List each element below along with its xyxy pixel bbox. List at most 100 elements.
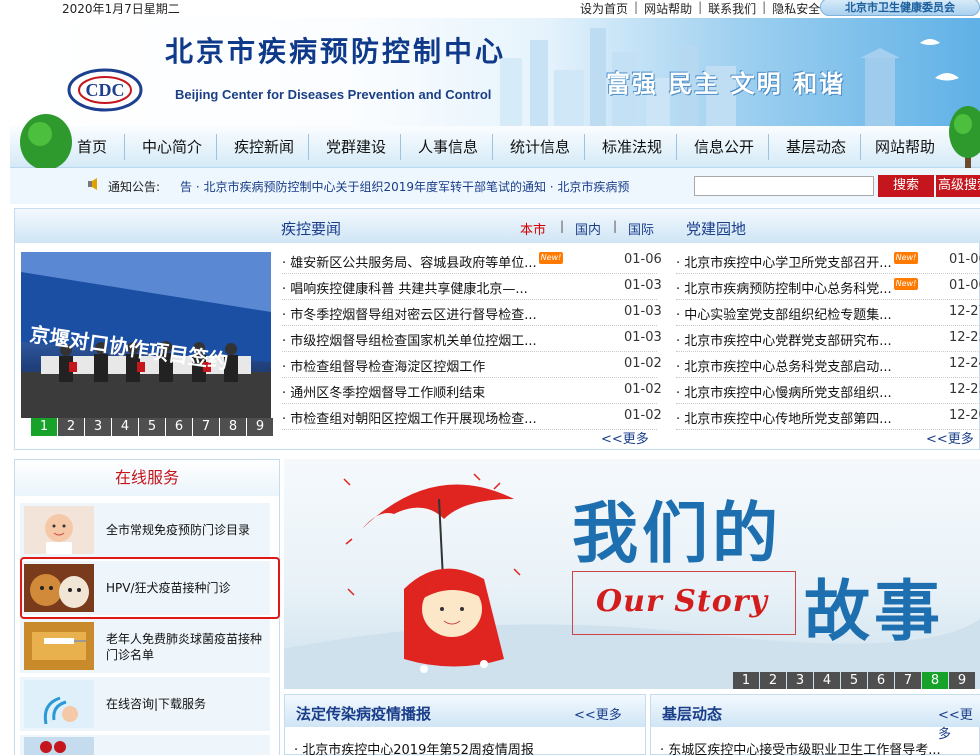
party-item[interactable]: · 北京市疾控中心总务科党支部启动... 12-24 [676, 352, 980, 378]
new-badge: New! [893, 278, 919, 290]
news-item-title[interactable]: · 市检查组督导检查海淀区控烟工作 [282, 356, 485, 375]
more-link[interactable]: <<更多 [601, 428, 649, 447]
pager-button[interactable]: 5 [841, 672, 867, 689]
nav-disclosure[interactable]: 信息公开 [680, 126, 768, 168]
grassroots-item[interactable]: · 东城区疾控中心接受市级职业卫生工作督导考... [660, 739, 941, 755]
set-homepage-link[interactable]: 设为首页 [580, 0, 628, 17]
pager-button[interactable]: 7 [193, 418, 219, 436]
news-item-title[interactable]: · 唱响疾控健康科普 共建共享健康北京—... [282, 278, 528, 297]
photo-pager: 1 2 3 4 5 6 7 8 9 [31, 418, 274, 436]
news-item[interactable]: · 唱响疾控健康科普 共建共享健康北京—... 01-03 [282, 274, 662, 300]
party-item[interactable]: · 北京市疾控中心传地所党支部第四... 12-20 [676, 404, 980, 430]
pager-button[interactable]: 6 [868, 672, 894, 689]
news-item[interactable]: · 通州区冬季控烟督导工作顺利结束 01-02 [282, 378, 662, 404]
epidemic-title[interactable]: 法定传染病疫情播报 [296, 703, 431, 724]
more-link[interactable]: <<更多 [926, 428, 974, 447]
service-item[interactable]: 老年人免费肺炎球菌疫苗接种门诊名单 [20, 619, 270, 673]
contact-link[interactable]: 联系我们 [708, 0, 756, 17]
pager-button[interactable]: 3 [85, 418, 111, 436]
party-item-title[interactable]: · 北京市疾控中心党群党支部研究布... [676, 330, 892, 349]
more-link[interactable]: <<更多 [938, 704, 980, 742]
service-item[interactable]: 在线咨询|下载服务 [20, 677, 270, 731]
more-link[interactable]: <<更多 [574, 704, 622, 723]
service-label[interactable]: 老年人免费肺炎球菌疫苗接种门诊名单 [106, 631, 266, 663]
nav-grassroots[interactable]: 基层动态 [772, 126, 860, 168]
consult-icon [24, 680, 94, 728]
nav-about[interactable]: 中心简介 [128, 126, 216, 168]
privacy-link[interactable]: 隐私安全 [772, 0, 820, 17]
notice-ticker[interactable]: 告 · 北京市疾病预防控制中心关于组织2019年度军转干部笔试的通知 · 北京市… [180, 178, 629, 195]
search-button[interactable]: 搜索 [878, 175, 934, 197]
tab-national[interactable]: 国内 [575, 219, 601, 238]
party-item[interactable]: · 北京市疾控中心学卫所党支部召开...New! 01-06 [676, 248, 980, 274]
news-item-title[interactable]: · 市级控烟督导组检查国家机关单位控烟工... [282, 330, 537, 349]
speaker-icon [88, 178, 97, 190]
news-item[interactable]: · 市级控烟督导组检查国家机关单位控烟工... 01-03 [282, 326, 662, 352]
party-item-title[interactable]: · 北京市疾控中心传地所党支部第四... [676, 408, 892, 427]
party-item-date: 01-06 [949, 278, 980, 293]
news-section-title[interactable]: 疾控要闻 [281, 218, 341, 239]
nav-personnel[interactable]: 人事信息 [404, 126, 492, 168]
grassroots-title[interactable]: 基层动态 [662, 703, 722, 724]
party-section-title[interactable]: 党建园地 [686, 218, 746, 239]
service-item[interactable] [20, 735, 270, 755]
pager-button[interactable]: 8 [220, 418, 246, 436]
party-item-date: 12-23 [949, 382, 980, 397]
tab-international[interactable]: 国际 [628, 219, 654, 238]
pager-button[interactable]: 7 [895, 672, 921, 689]
nav-statistics[interactable]: 统计信息 [496, 126, 584, 168]
divider [860, 134, 861, 160]
party-item[interactable]: · 北京市疾控中心党群党支部研究布... 12-25 [676, 326, 980, 352]
pager-button[interactable]: 3 [787, 672, 813, 689]
date-text: 2020年1月7日星期二 [62, 2, 180, 16]
pager-button[interactable]: 9 [949, 672, 975, 689]
service-item[interactable]: 全市常规免疫预防门诊目录 [20, 503, 270, 557]
pager-button[interactable]: 5 [139, 418, 165, 436]
pager-button[interactable]: 1 [733, 672, 759, 689]
tab-local[interactable]: 本市 [520, 219, 546, 238]
pager-button[interactable]: 2 [760, 672, 786, 689]
news-item-date: 01-03 [624, 304, 662, 319]
news-item[interactable]: · 雄安新区公共服务局、容城县政府等单位... New! 01-06 [282, 248, 662, 274]
pager-button[interactable]: 4 [112, 418, 138, 436]
news-item[interactable]: · 市检查组对朝阳区控烟工作开展现场检查... 01-02 [282, 404, 662, 430]
nav-standards[interactable]: 标准法规 [588, 126, 676, 168]
party-item-title[interactable]: · 北京市疾控中心慢病所党支部组织... [676, 382, 892, 401]
pager-button[interactable]: 4 [814, 672, 840, 689]
pager-button[interactable]: 6 [166, 418, 192, 436]
service-label[interactable]: 全市常规免疫预防门诊目录 [106, 522, 266, 538]
news-item[interactable]: · 市冬季控烟督导组对密云区进行督导检查... 01-03 [282, 300, 662, 326]
pager-button[interactable]: 1 [31, 418, 57, 436]
party-item-title[interactable]: · 北京市疾控中心学卫所党支部召开... New! [676, 252, 919, 271]
pager-button[interactable]: 9 [247, 418, 273, 436]
nav-help[interactable]: 网站帮助 [864, 126, 946, 168]
divider [308, 134, 309, 160]
party-item-title[interactable]: · 北京市疾控中心总务科党支部启动... [676, 356, 892, 375]
nav-party[interactable]: 党群建设 [312, 126, 400, 168]
news-item-title[interactable]: · 雄安新区公共服务局、容城县政府等单位... New! [282, 252, 564, 271]
divider [400, 134, 401, 160]
divider: | [613, 219, 618, 233]
news-item-title[interactable]: · 市冬季控烟督导组对密云区进行督导检查... [282, 304, 537, 323]
nav-news[interactable]: 疾控新闻 [220, 126, 308, 168]
party-item-title[interactable]: · 北京市疾病预防控制中心总务科党... New! [676, 278, 919, 297]
party-item[interactable]: · 中心实验室党支部组织纪检专题集... 12-27 [676, 300, 980, 326]
party-item-title[interactable]: · 中心实验室党支部组织纪检专题集... [676, 304, 892, 323]
epidemic-item[interactable]: · 北京市疾控中心2019年第52周疫情周报 [294, 739, 534, 755]
cdc-logo: CDC [67, 68, 143, 112]
party-item[interactable]: · 北京市疾控中心慢病所党支部组织... 12-23 [676, 378, 980, 404]
advanced-search-button[interactable]: 高级搜索 [936, 175, 980, 197]
search-input[interactable] [694, 176, 874, 196]
news-item-title[interactable]: · 通州区冬季控烟督导工作顺利结束 [282, 382, 485, 401]
party-item-date: 12-24 [949, 356, 980, 371]
commission-link[interactable]: 北京市卫生健康委员会 [820, 0, 980, 16]
news-item-title[interactable]: · 市检查组对朝阳区控烟工作开展现场检查... [282, 408, 537, 427]
site-help-link[interactable]: 网站帮助 [644, 0, 692, 17]
pager-button[interactable]: 8 [922, 672, 948, 689]
pager-button[interactable]: 2 [58, 418, 84, 436]
news-item-date: 01-03 [624, 278, 662, 293]
service-label[interactable]: 在线咨询|下载服务 [106, 696, 266, 712]
party-item[interactable]: · 北京市疾病预防控制中心总务科党...New! 01-06 [676, 274, 980, 300]
news-item[interactable]: · 市检查组督导检查海淀区控烟工作 01-02 [282, 352, 662, 378]
vaccine-icon [24, 622, 94, 670]
